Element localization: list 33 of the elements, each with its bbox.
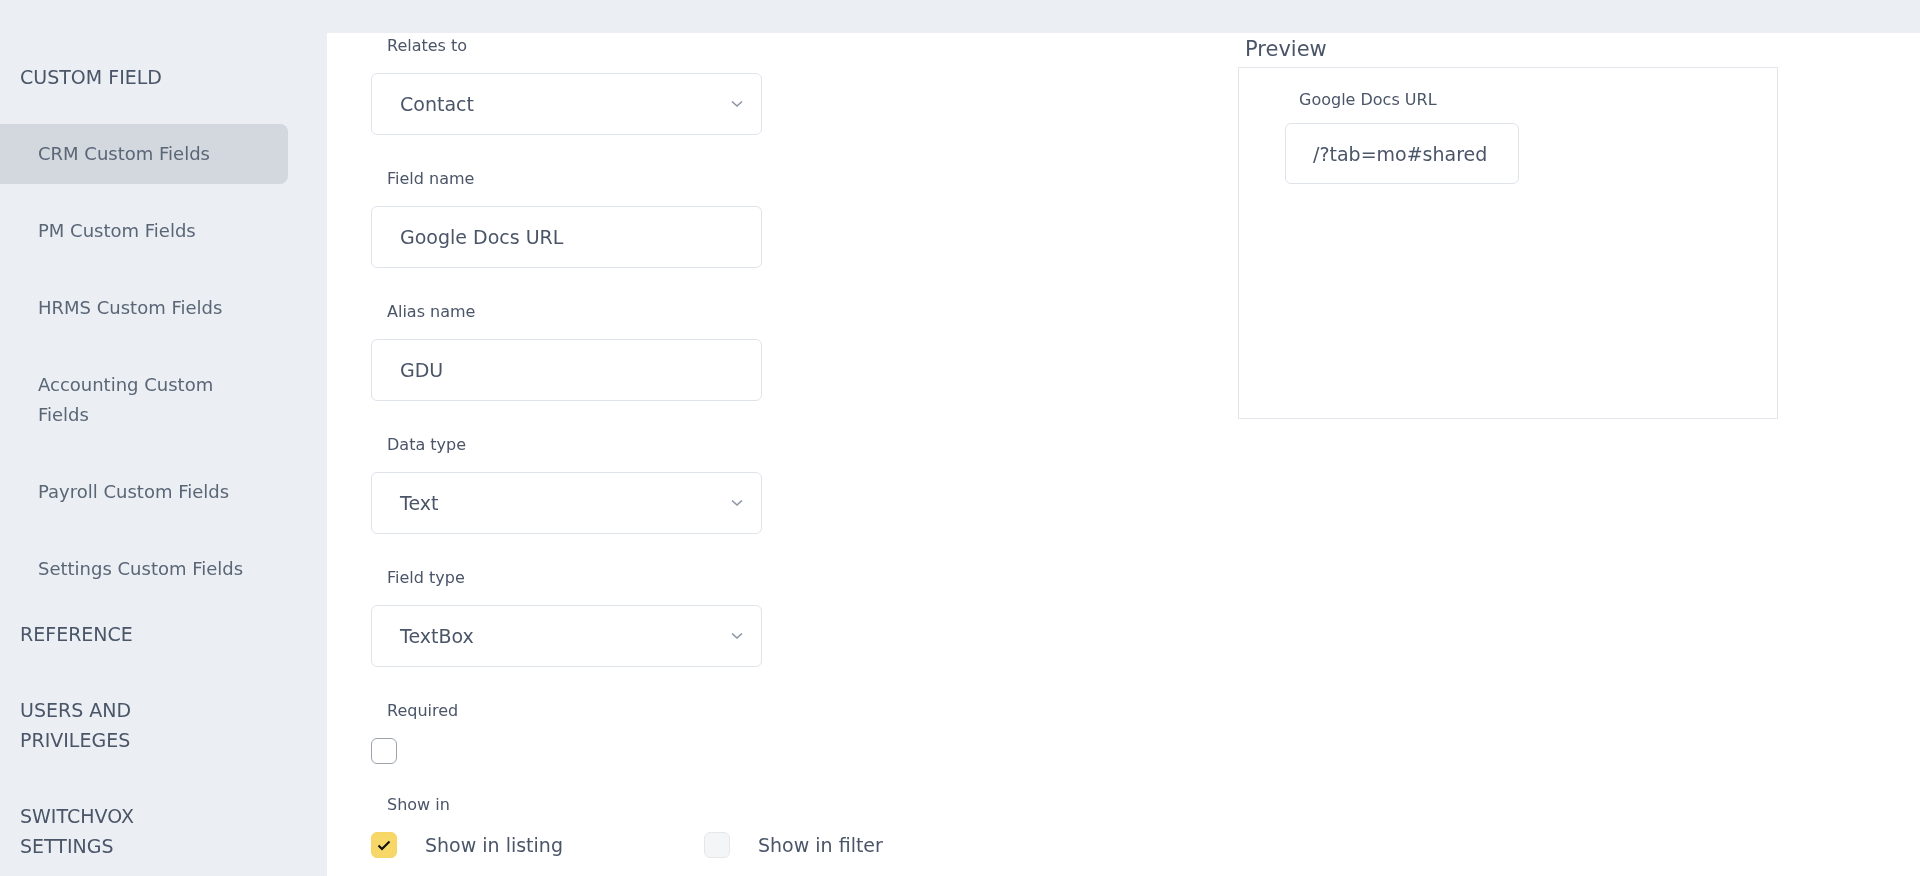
preview-title: Preview [1245, 37, 1328, 61]
chevron-down-icon [731, 499, 743, 507]
sidebar-section-heading[interactable]: CUSTOM FIELD [0, 62, 240, 92]
sidebar-item[interactable]: Settings Custom Fields [0, 539, 288, 599]
sidebar-item[interactable]: PM Custom Fields [0, 201, 288, 261]
field-label: Data type [386, 434, 468, 456]
check-icon [377, 839, 391, 851]
checkbox-label: Show in listing [425, 834, 563, 856]
field-label: Relates to [386, 35, 469, 57]
checkbox[interactable] [371, 738, 397, 764]
input-field[interactable]: /?tab=mo#shared [1285, 123, 1519, 184]
sidebar-item[interactable]: HRMS Custom Fields [0, 278, 288, 338]
field-label: Google Docs URL [1299, 90, 1438, 109]
checkbox-label: Show in filter [758, 834, 883, 856]
field-label: Show in [386, 794, 451, 816]
sidebar-item[interactable]: Accounting Custom Fields [0, 355, 288, 445]
select-field[interactable]: Contact [371, 73, 762, 135]
field-label: Field name [386, 168, 476, 190]
field-label: Field type [386, 567, 466, 589]
field-label: Required [386, 700, 460, 722]
sidebar-item[interactable]: CRM Custom Fields [0, 124, 288, 184]
sidebar-section-heading[interactable]: REFERENCE [0, 619, 240, 649]
checkbox[interactable] [371, 832, 397, 858]
sidebar-item[interactable]: Payroll Custom Fields [0, 462, 288, 522]
chevron-down-icon [731, 632, 743, 640]
select-field[interactable]: Text [371, 472, 762, 534]
chevron-down-icon [731, 100, 743, 108]
input-field[interactable]: GDU [371, 339, 762, 401]
field-label: Alias name [386, 301, 477, 323]
sidebar-section-heading[interactable]: SWITCHVOX SETTINGS [0, 801, 240, 861]
sidebar-section-heading[interactable]: USERS AND PRIVILEGES [0, 695, 240, 755]
input-field[interactable]: Google Docs URL [371, 206, 762, 268]
select-field[interactable]: TextBox [371, 605, 762, 667]
